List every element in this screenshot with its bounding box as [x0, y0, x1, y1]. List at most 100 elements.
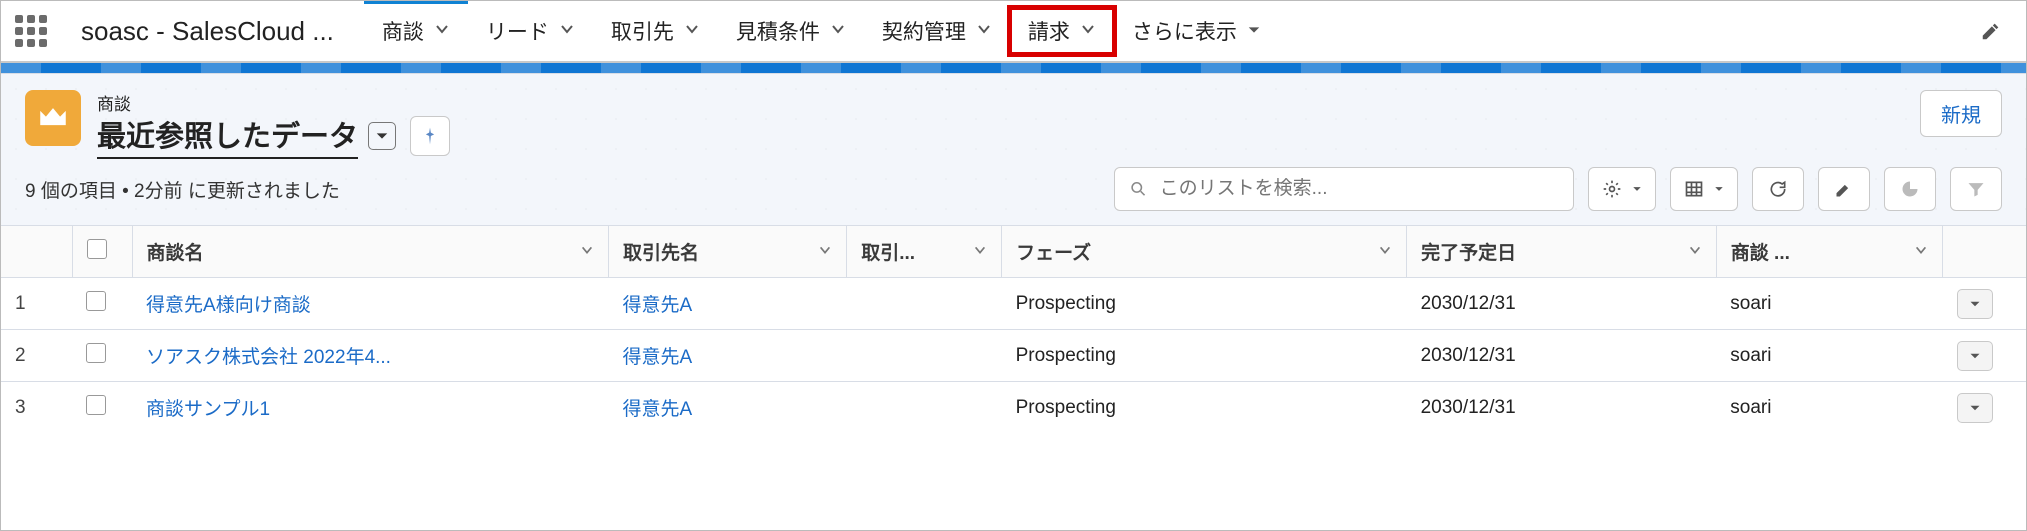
chart-button[interactable] [1884, 167, 1936, 211]
nav-tab-label: さらに表示 [1132, 16, 1237, 46]
pin-icon [420, 126, 440, 146]
nav-tab-label: リード [486, 16, 549, 46]
column-header-trunc1[interactable]: 取引... [847, 226, 1002, 278]
record-name-link[interactable]: ソアスク株式会社 2022年4... [146, 347, 391, 368]
nav-tab-accounts[interactable]: 取引先 [593, 1, 718, 61]
column-label: 取引... [861, 238, 915, 265]
row-action-button[interactable] [1957, 393, 1993, 423]
phase-cell: Prospecting [1002, 382, 1407, 434]
chevron-down-icon [434, 19, 450, 43]
chevron-down-icon [830, 19, 846, 43]
inline-edit-button[interactable] [1818, 167, 1870, 211]
row-action-button[interactable] [1957, 289, 1993, 319]
account-link[interactable]: 得意先A [622, 347, 692, 368]
chevron-down-icon [684, 19, 700, 43]
list-view-dropdown-button[interactable] [368, 122, 396, 150]
filter-button[interactable] [1950, 167, 2002, 211]
record-name-link[interactable]: 得意先A様向け商談 [146, 295, 311, 316]
pencil-icon [1980, 20, 2002, 42]
records-table: 商談名 取引先名 取引... フェーズ 完了予定日 商談 ... 1 得意先A様… [1, 225, 2026, 434]
row-number: 3 [1, 382, 72, 434]
chevron-down-icon [1378, 241, 1392, 263]
table-row: 2 ソアスク株式会社 2022年4... 得意先A Prospecting 20… [1, 330, 2026, 382]
refresh-button[interactable] [1752, 167, 1804, 211]
checkbox-icon [87, 239, 107, 259]
list-settings-button[interactable] [1588, 167, 1656, 211]
column-label: フェーズ [1016, 238, 1091, 265]
column-header-name[interactable]: 商談名 [132, 226, 608, 278]
table-row: 3 商談サンプル1 得意先A Prospecting 2030/12/31 so… [1, 382, 2026, 434]
pencil-icon [1834, 179, 1854, 199]
chevron-down-icon [976, 19, 992, 43]
app-launcher-icon [15, 15, 47, 47]
nav-tab-opportunities[interactable]: 商談 [364, 1, 468, 61]
select-all-header[interactable] [72, 226, 132, 278]
chevron-down-icon [559, 19, 575, 43]
edit-navigation-button[interactable] [1956, 1, 2026, 61]
nav-tab-label: 請求 [1028, 16, 1070, 46]
nav-tab-label: 商談 [382, 16, 424, 46]
app-launcher-button[interactable] [1, 1, 61, 61]
column-label: 取引先名 [623, 238, 699, 265]
top-navigation: soasc - SalesCloud ... 商談 リード 取引先 見積条件 契… [1, 1, 2026, 63]
chevron-down-icon [1632, 184, 1642, 194]
nav-tab-list: 商談 リード 取引先 見積条件 契約管理 請求 [364, 1, 1279, 61]
chevron-down-icon [1714, 184, 1724, 194]
display-as-button[interactable] [1670, 167, 1738, 211]
column-header-account[interactable]: 取引先名 [608, 226, 846, 278]
row-action-button[interactable] [1957, 341, 1993, 371]
owner-cell: soari [1716, 330, 1942, 382]
list-page: 商談 最近参照したデータ 新規 9 個の項目 • 2分前 に更新されました [1, 73, 2026, 434]
nav-tab-contract-mgmt[interactable]: 契約管理 [864, 1, 1010, 61]
nav-tab-leads[interactable]: リード [468, 1, 593, 61]
nav-tab-label: 見積条件 [736, 16, 820, 46]
row-checkbox[interactable] [86, 395, 106, 415]
table-row: 1 得意先A様向け商談 得意先A Prospecting 2030/12/31 … [1, 278, 2026, 330]
list-header: 商談 最近参照したデータ 新規 [1, 74, 2026, 167]
account-link[interactable]: 得意先A [622, 295, 692, 316]
column-label: 商談名 [147, 238, 204, 265]
list-view-name[interactable]: 最近参照したデータ [97, 113, 358, 159]
object-label: 商談 [97, 90, 450, 115]
chevron-down-icon [1080, 19, 1096, 43]
nav-tab-quote-conditions[interactable]: 見積条件 [718, 1, 864, 61]
row-checkbox[interactable] [86, 291, 106, 311]
new-record-button[interactable]: 新規 [1920, 90, 2002, 137]
list-meta-text: 9 個の項目 • 2分前 に更新されました [25, 176, 340, 203]
gear-icon [1602, 179, 1622, 199]
table-icon [1684, 179, 1704, 199]
nav-tab-show-more[interactable]: さらに表示 [1114, 1, 1279, 61]
chevron-down-icon [1969, 402, 1981, 414]
list-meta-row: 9 個の項目 • 2分前 に更新されました [1, 167, 2026, 225]
close-date-cell: 2030/12/31 [1407, 330, 1717, 382]
pin-list-view-button[interactable] [410, 116, 450, 156]
refresh-icon [1768, 179, 1788, 199]
list-search-input[interactable] [1158, 177, 1559, 201]
table-body: 1 得意先A様向け商談 得意先A Prospecting 2030/12/31 … [1, 278, 2026, 434]
chevron-down-icon [1969, 350, 1981, 362]
chevron-down-icon [1969, 298, 1981, 310]
column-header-close-date[interactable]: 完了予定日 [1407, 226, 1717, 278]
chart-icon [1900, 179, 1920, 199]
crown-icon [36, 101, 70, 135]
column-header-phase[interactable]: フェーズ [1002, 226, 1407, 278]
phase-cell: Prospecting [1002, 278, 1407, 330]
nav-tab-billing[interactable]: 請求 [1010, 1, 1114, 61]
row-number: 2 [1, 330, 72, 382]
column-header-owner[interactable]: 商談 ... [1716, 226, 1942, 278]
record-name-link[interactable]: 商談サンプル1 [146, 399, 270, 420]
nav-tab-label: 取引先 [611, 16, 674, 46]
column-label: 完了予定日 [1421, 238, 1516, 265]
list-search-wrapper[interactable] [1114, 167, 1574, 211]
chevron-down-icon [1914, 241, 1928, 263]
opportunity-object-icon [25, 90, 81, 146]
owner-cell: soari [1716, 382, 1942, 434]
close-date-cell: 2030/12/31 [1407, 382, 1717, 434]
nav-tab-label: 契約管理 [882, 16, 966, 46]
row-checkbox[interactable] [86, 343, 106, 363]
chevron-down-icon [375, 129, 389, 143]
account-link[interactable]: 得意先A [622, 399, 692, 420]
chevron-down-icon [818, 241, 832, 263]
filter-icon [1966, 179, 1986, 199]
chevron-down-icon [580, 241, 594, 263]
